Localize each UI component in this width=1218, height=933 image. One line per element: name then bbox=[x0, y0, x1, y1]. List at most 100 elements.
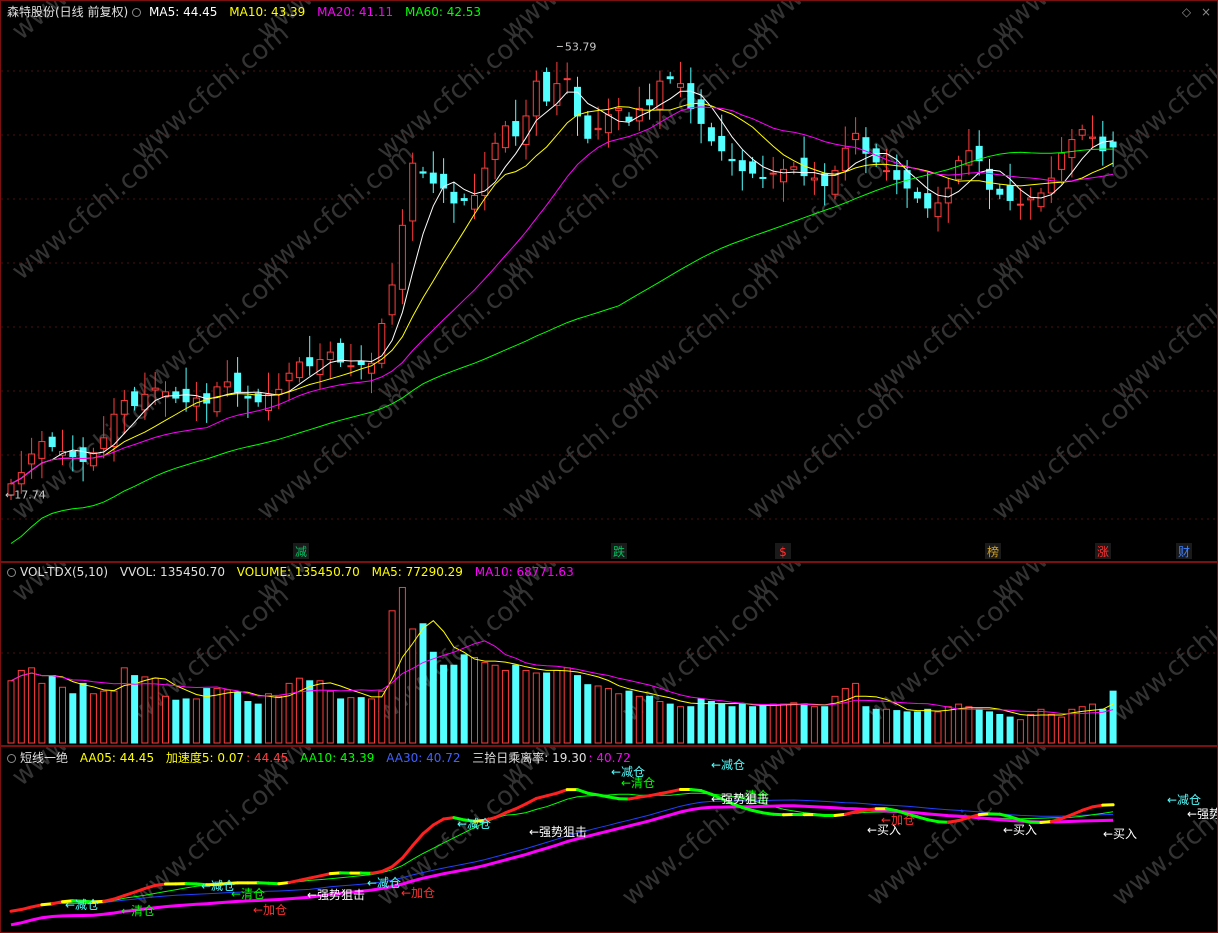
candle-body[interactable] bbox=[594, 127, 602, 131]
volume-bar[interactable] bbox=[120, 667, 128, 744]
volume-bar[interactable] bbox=[604, 688, 612, 744]
volume-bar[interactable] bbox=[79, 682, 87, 744]
volume-bar[interactable] bbox=[192, 698, 200, 744]
volume-bar[interactable] bbox=[718, 703, 726, 744]
candle-body[interactable] bbox=[295, 361, 303, 379]
candle-body[interactable] bbox=[471, 194, 478, 210]
volume-bar[interactable] bbox=[48, 675, 56, 744]
volume-bar[interactable] bbox=[100, 690, 108, 744]
candle-body[interactable] bbox=[780, 168, 787, 183]
volume-bar[interactable] bbox=[944, 706, 952, 744]
volume-bar[interactable] bbox=[903, 711, 911, 744]
volume-bar[interactable] bbox=[398, 586, 406, 744]
volume-bar[interactable] bbox=[265, 693, 272, 744]
candle-body[interactable] bbox=[810, 177, 818, 181]
candle-body[interactable] bbox=[841, 147, 849, 172]
volume-bar[interactable] bbox=[646, 695, 654, 744]
volume-chart-canvas[interactable]: www.cfchi.com www.cfchi.com www.cfchi.com w… bbox=[1, 563, 1217, 745]
candle-body[interactable] bbox=[955, 160, 963, 180]
event-marker[interactable]: 涨 bbox=[1095, 543, 1111, 559]
volume-bar[interactable] bbox=[69, 693, 77, 744]
candle-body[interactable] bbox=[275, 388, 283, 395]
volume-bar[interactable] bbox=[275, 695, 283, 744]
volume-bar[interactable] bbox=[625, 690, 633, 744]
volume-bar[interactable] bbox=[862, 706, 870, 744]
volume-bar[interactable] bbox=[491, 664, 499, 744]
volume-bar[interactable] bbox=[306, 680, 314, 744]
candle-body[interactable] bbox=[1027, 197, 1035, 201]
volume-bar[interactable] bbox=[378, 690, 386, 744]
indicator-panel[interactable]: www.cfchi.com www.cfchi.com www.cfchi.com w… bbox=[0, 746, 1218, 933]
candle-body[interactable] bbox=[738, 160, 746, 172]
volume-bar[interactable] bbox=[852, 682, 860, 744]
volume-bar[interactable] bbox=[635, 695, 643, 744]
candle-body[interactable] bbox=[604, 114, 612, 134]
volume-bar[interactable] bbox=[450, 664, 458, 744]
candle-body[interactable] bbox=[790, 166, 798, 170]
candle-body[interactable] bbox=[141, 393, 149, 411]
candle-body[interactable] bbox=[769, 172, 777, 175]
candle-body[interactable] bbox=[707, 127, 715, 142]
candle-body[interactable] bbox=[883, 170, 890, 173]
candle-body[interactable] bbox=[924, 193, 932, 209]
volume-bar[interactable] bbox=[244, 701, 252, 744]
volume-bar[interactable] bbox=[883, 708, 890, 744]
volume-bar[interactable] bbox=[584, 684, 592, 744]
volume-bar[interactable] bbox=[460, 654, 468, 744]
volume-bar[interactable] bbox=[553, 669, 561, 744]
volume-bar[interactable] bbox=[481, 662, 489, 744]
volume-bar[interactable] bbox=[151, 677, 159, 744]
candle-body[interactable] bbox=[1089, 136, 1096, 139]
volume-bar[interactable] bbox=[17, 669, 25, 744]
volume-bar[interactable] bbox=[697, 698, 705, 744]
volume-bar[interactable] bbox=[213, 688, 221, 744]
volume-bar[interactable] bbox=[429, 651, 437, 744]
candle-body[interactable] bbox=[532, 80, 540, 117]
candle-body[interactable] bbox=[584, 115, 592, 139]
volume-bar[interactable] bbox=[986, 711, 993, 744]
volume-bar[interactable] bbox=[574, 675, 581, 744]
volume-bar[interactable] bbox=[357, 697, 365, 744]
volume-bar[interactable] bbox=[687, 706, 695, 744]
candle-body[interactable] bbox=[450, 191, 458, 204]
volume-bar[interactable] bbox=[419, 623, 427, 744]
event-marker[interactable]: 财 bbox=[1176, 543, 1192, 559]
volume-bar[interactable] bbox=[656, 701, 664, 744]
volume-bar[interactable] bbox=[89, 693, 97, 744]
diamond-icon[interactable]: ◇ bbox=[1182, 5, 1191, 19]
volume-bar[interactable] bbox=[1006, 716, 1014, 744]
volume-bar[interactable] bbox=[440, 664, 448, 744]
candle-body[interactable] bbox=[89, 452, 97, 467]
event-marker[interactable]: 榜 bbox=[985, 543, 1001, 559]
candle-body[interactable] bbox=[120, 400, 128, 415]
volume-bar[interactable] bbox=[254, 703, 262, 744]
volume-bar[interactable] bbox=[162, 695, 169, 744]
volume-bar[interactable] bbox=[707, 701, 715, 744]
candle-body[interactable] bbox=[131, 391, 139, 407]
stock-title[interactable]: 森特股份(日线 前复权) bbox=[7, 5, 128, 19]
volume-bar[interactable] bbox=[28, 667, 36, 744]
event-marker[interactable]: 跌 bbox=[611, 543, 627, 559]
volume-bar[interactable] bbox=[594, 685, 602, 744]
candle-body[interactable] bbox=[419, 171, 427, 174]
candle-body[interactable] bbox=[223, 381, 231, 388]
settings-icon[interactable] bbox=[7, 568, 16, 577]
volume-bar[interactable] bbox=[872, 708, 880, 744]
candle-body[interactable] bbox=[79, 447, 87, 462]
candle-body[interactable] bbox=[38, 441, 46, 459]
volume-bar[interactable] bbox=[728, 706, 736, 744]
volume-bar[interactable] bbox=[965, 706, 973, 744]
volume-bar[interactable] bbox=[285, 682, 293, 744]
candle-body[interactable] bbox=[759, 176, 767, 179]
volume-bar[interactable] bbox=[924, 708, 932, 744]
candle-body[interactable] bbox=[543, 71, 551, 102]
volume-bar[interactable] bbox=[7, 680, 15, 744]
volume-bar[interactable] bbox=[810, 706, 818, 744]
candle-body[interactable] bbox=[986, 168, 993, 190]
candle-body[interactable] bbox=[666, 76, 674, 80]
candle-body[interactable] bbox=[347, 365, 355, 368]
candle-body[interactable] bbox=[1068, 139, 1076, 159]
volume-bar[interactable] bbox=[1027, 713, 1035, 744]
volume-bar[interactable] bbox=[471, 656, 478, 744]
candle-body[interactable] bbox=[749, 161, 757, 174]
